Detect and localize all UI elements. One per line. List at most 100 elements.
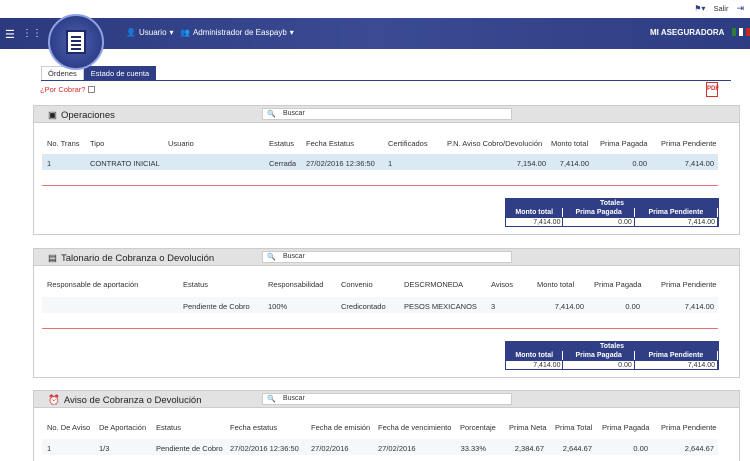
table-cell: 27/02/2016 12:36:50 <box>230 444 299 453</box>
user-icon: 👤 <box>126 28 136 37</box>
divider <box>42 185 718 186</box>
admin-menu[interactable]: 👥 Administrador de Easpayb ▾ <box>180 28 294 37</box>
totals-header: Prima Pendiente <box>634 208 718 217</box>
operaciones-title: Operaciones <box>60 110 115 121</box>
logout-icon[interactable]: ⇥ <box>736 3 744 14</box>
usuario-label: Usuario <box>138 28 167 37</box>
hamburger-menu-icon[interactable]: ☰ <box>5 28 15 41</box>
por-cobrar-checkbox[interactable] <box>88 86 96 93</box>
totals-value: 7,414.00 <box>634 360 718 369</box>
col-header: Estatus <box>156 423 182 432</box>
table-cell: 1 <box>388 159 393 168</box>
table-cell: 2,644.67 <box>684 444 714 453</box>
col-header: Tipo <box>90 139 105 148</box>
divider <box>42 328 718 329</box>
talonario-panel: ▤ Talonario de Cobranza o Devolución 🔍 Bus… <box>33 248 740 378</box>
search-placeholder: Buscar <box>283 253 305 260</box>
totals-value: 0.00 <box>563 217 635 226</box>
col-header: No. Trans <box>47 139 80 148</box>
totals-value: 7,414.00 <box>506 360 564 369</box>
table-cell: 3 <box>491 302 496 311</box>
col-header: Usuario <box>168 139 194 148</box>
table-cell: 7,414.00 <box>684 159 714 168</box>
col-header: De Aportación <box>99 423 147 432</box>
por-cobrar-filter[interactable]: ¿Por Cobrar? <box>40 85 96 94</box>
talonario-search-input[interactable]: 🔍 Buscar <box>262 251 512 263</box>
table-cell: 0.00 <box>632 159 647 168</box>
talonario-header: ▤ Talonario de Cobranza o Devolución 🔍 Bus… <box>34 249 739 266</box>
table-cell: 0.00 <box>625 302 640 311</box>
table-cell: 27/02/2016 <box>311 444 349 453</box>
col-header: Responsabilidad <box>268 280 324 289</box>
aviso-header: ⏰ Aviso de Cobranza o Devolución 🔍 Buscar <box>34 391 739 408</box>
col-header: Prima Pendiente <box>661 280 717 289</box>
table-cell: 7,154.00 <box>516 159 546 168</box>
app-logo <box>48 14 104 70</box>
talonario-totals: Totales Monto total Prima Pagada Prima P… <box>505 341 719 370</box>
totals-value: 7,414.00 <box>634 217 718 226</box>
col-header: Avisos <box>491 280 513 289</box>
table-cell: 2,384.67 <box>514 444 544 453</box>
col-header: Prima Pagada <box>600 139 648 148</box>
chevron-down-icon: ▾ <box>289 28 294 37</box>
col-header: Estatus <box>269 139 295 148</box>
col-header: Porcentaje <box>460 423 496 432</box>
table-cell: 7,414.00 <box>684 302 714 311</box>
col-header: Fecha de emisión <box>311 423 371 432</box>
table-cell: Cerrada <box>269 159 297 168</box>
table-cell: 100% <box>268 302 288 311</box>
totals-header: Prima Pagada <box>563 351 635 360</box>
apps-grid-icon[interactable]: ⋮⋮ <box>22 28 42 39</box>
tabs: Órdenes Estado de cuenta <box>41 66 157 80</box>
admin-label: Administrador de Easpayb <box>192 28 287 37</box>
notification-icon[interactable]: ⚑▾ <box>694 4 705 13</box>
search-icon: 🔍 <box>267 111 276 118</box>
table-cell: 27/02/2016 <box>378 444 416 453</box>
col-header: Prima Pagada <box>594 280 642 289</box>
aviso-panel: ⏰ Aviso de Cobranza o Devolución 🔍 Buscar … <box>33 390 740 461</box>
totals-header: Prima Pagada <box>563 208 635 217</box>
document-icon: ▤ <box>48 253 57 264</box>
operaciones-search-input[interactable]: 🔍 Buscar <box>262 108 512 120</box>
col-header: Estatus <box>183 280 209 289</box>
salir-link[interactable]: Salir <box>713 4 728 13</box>
col-header: Fecha estatus <box>230 423 278 432</box>
table-cell: 27/02/2016 12:36:50 <box>306 159 375 168</box>
aviso-search-input[interactable]: 🔍 Buscar <box>262 393 512 405</box>
table-cell: 1/3 <box>99 444 110 453</box>
operaciones-header: ▣ Operaciones 🔍 Buscar <box>34 106 739 123</box>
table-cell: Credicontado <box>341 302 386 311</box>
col-header: Monto total <box>551 139 589 148</box>
operaciones-panel: ▣ Operaciones 🔍 Buscar No. Trans Tipo Usua… <box>33 105 740 235</box>
pdf-export-icon[interactable]: PDF <box>706 82 719 97</box>
file-icon: ▣ <box>48 110 57 121</box>
table-cell: CONTRATO INICIAL <box>90 159 160 168</box>
col-header: P.N. Aviso Cobro/Devolución <box>447 139 543 148</box>
totals-header: Prima Pendiente <box>634 351 718 360</box>
table-cell: 1 <box>47 444 52 453</box>
col-header: Prima Neta <box>509 423 547 432</box>
totals-title: Totales <box>506 342 718 351</box>
table-cell: 7,414.00 <box>554 302 584 311</box>
aviso-title: Aviso de Cobranza o Devolución <box>63 395 202 406</box>
col-header: Prima Pendiente <box>661 423 717 432</box>
users-icon: 👥 <box>180 28 190 37</box>
col-header: Fecha de vencimiento <box>378 423 452 432</box>
search-placeholder: Buscar <box>283 110 305 117</box>
totals-value: 0.00 <box>563 360 635 369</box>
tab-estado-de-cuenta[interactable]: Estado de cuenta <box>83 66 157 80</box>
col-header: Responsable de aportación <box>47 280 139 289</box>
search-placeholder: Buscar <box>283 395 305 402</box>
table-cell: Pendiente de Cobro <box>156 444 223 453</box>
table-cell: 33.33% <box>460 444 486 453</box>
col-header: Monto total <box>537 280 575 289</box>
brand-name: MI ASEGURADORA <box>650 28 725 37</box>
mexico-flag-icon <box>732 28 750 36</box>
search-icon: 🔍 <box>267 396 276 403</box>
col-header: Prima Total <box>555 423 593 432</box>
operaciones-totals: Totales Monto total Prima Pagada Prima P… <box>505 198 719 227</box>
table-cell: 7,414.00 <box>559 159 589 168</box>
usuario-menu[interactable]: 👤 Usuario ▾ <box>126 28 174 37</box>
table-cell: 0.00 <box>633 444 648 453</box>
col-header: Certificados <box>388 139 428 148</box>
